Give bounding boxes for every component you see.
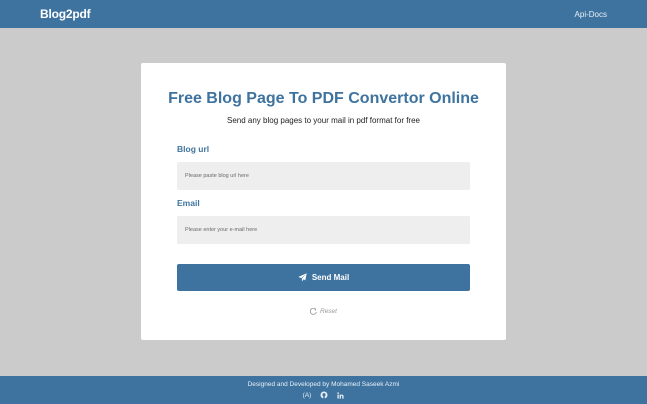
blog-url-label: Blog url bbox=[177, 144, 210, 154]
footer-credit: Designed and Developed by Mohamed Saseek… bbox=[247, 381, 400, 388]
navbar: Blog2pdf Api-Docs bbox=[0, 0, 647, 28]
send-mail-button[interactable]: Send Mail bbox=[177, 264, 470, 291]
blog-url-input[interactable] bbox=[177, 162, 470, 190]
footer: Designed and Developed by Mohamed Saseek… bbox=[0, 376, 647, 404]
email-input[interactable] bbox=[177, 216, 470, 244]
reset-link[interactable]: Reset bbox=[141, 308, 506, 315]
brand-logo[interactable]: Blog2pdf bbox=[40, 7, 91, 21]
send-mail-label: Send Mail bbox=[311, 273, 350, 282]
footer-social-icons: (A) bbox=[0, 391, 647, 399]
linkedin-icon[interactable] bbox=[337, 391, 344, 399]
converter-card: Free Blog Page To PDF Convertor Online S… bbox=[141, 63, 506, 340]
page-subtitle: Send any blog pages to your mail in pdf … bbox=[227, 116, 420, 125]
reset-label: Reset bbox=[320, 308, 337, 315]
refresh-icon bbox=[310, 308, 317, 315]
avatar-a-icon[interactable]: (A) bbox=[303, 391, 312, 399]
email-label: Email bbox=[177, 198, 200, 208]
api-docs-link[interactable]: Api-Docs bbox=[575, 10, 607, 19]
paper-plane-icon bbox=[298, 273, 307, 282]
github-icon[interactable] bbox=[320, 391, 328, 399]
page-title: Free Blog Page To PDF Convertor Online bbox=[168, 90, 479, 107]
